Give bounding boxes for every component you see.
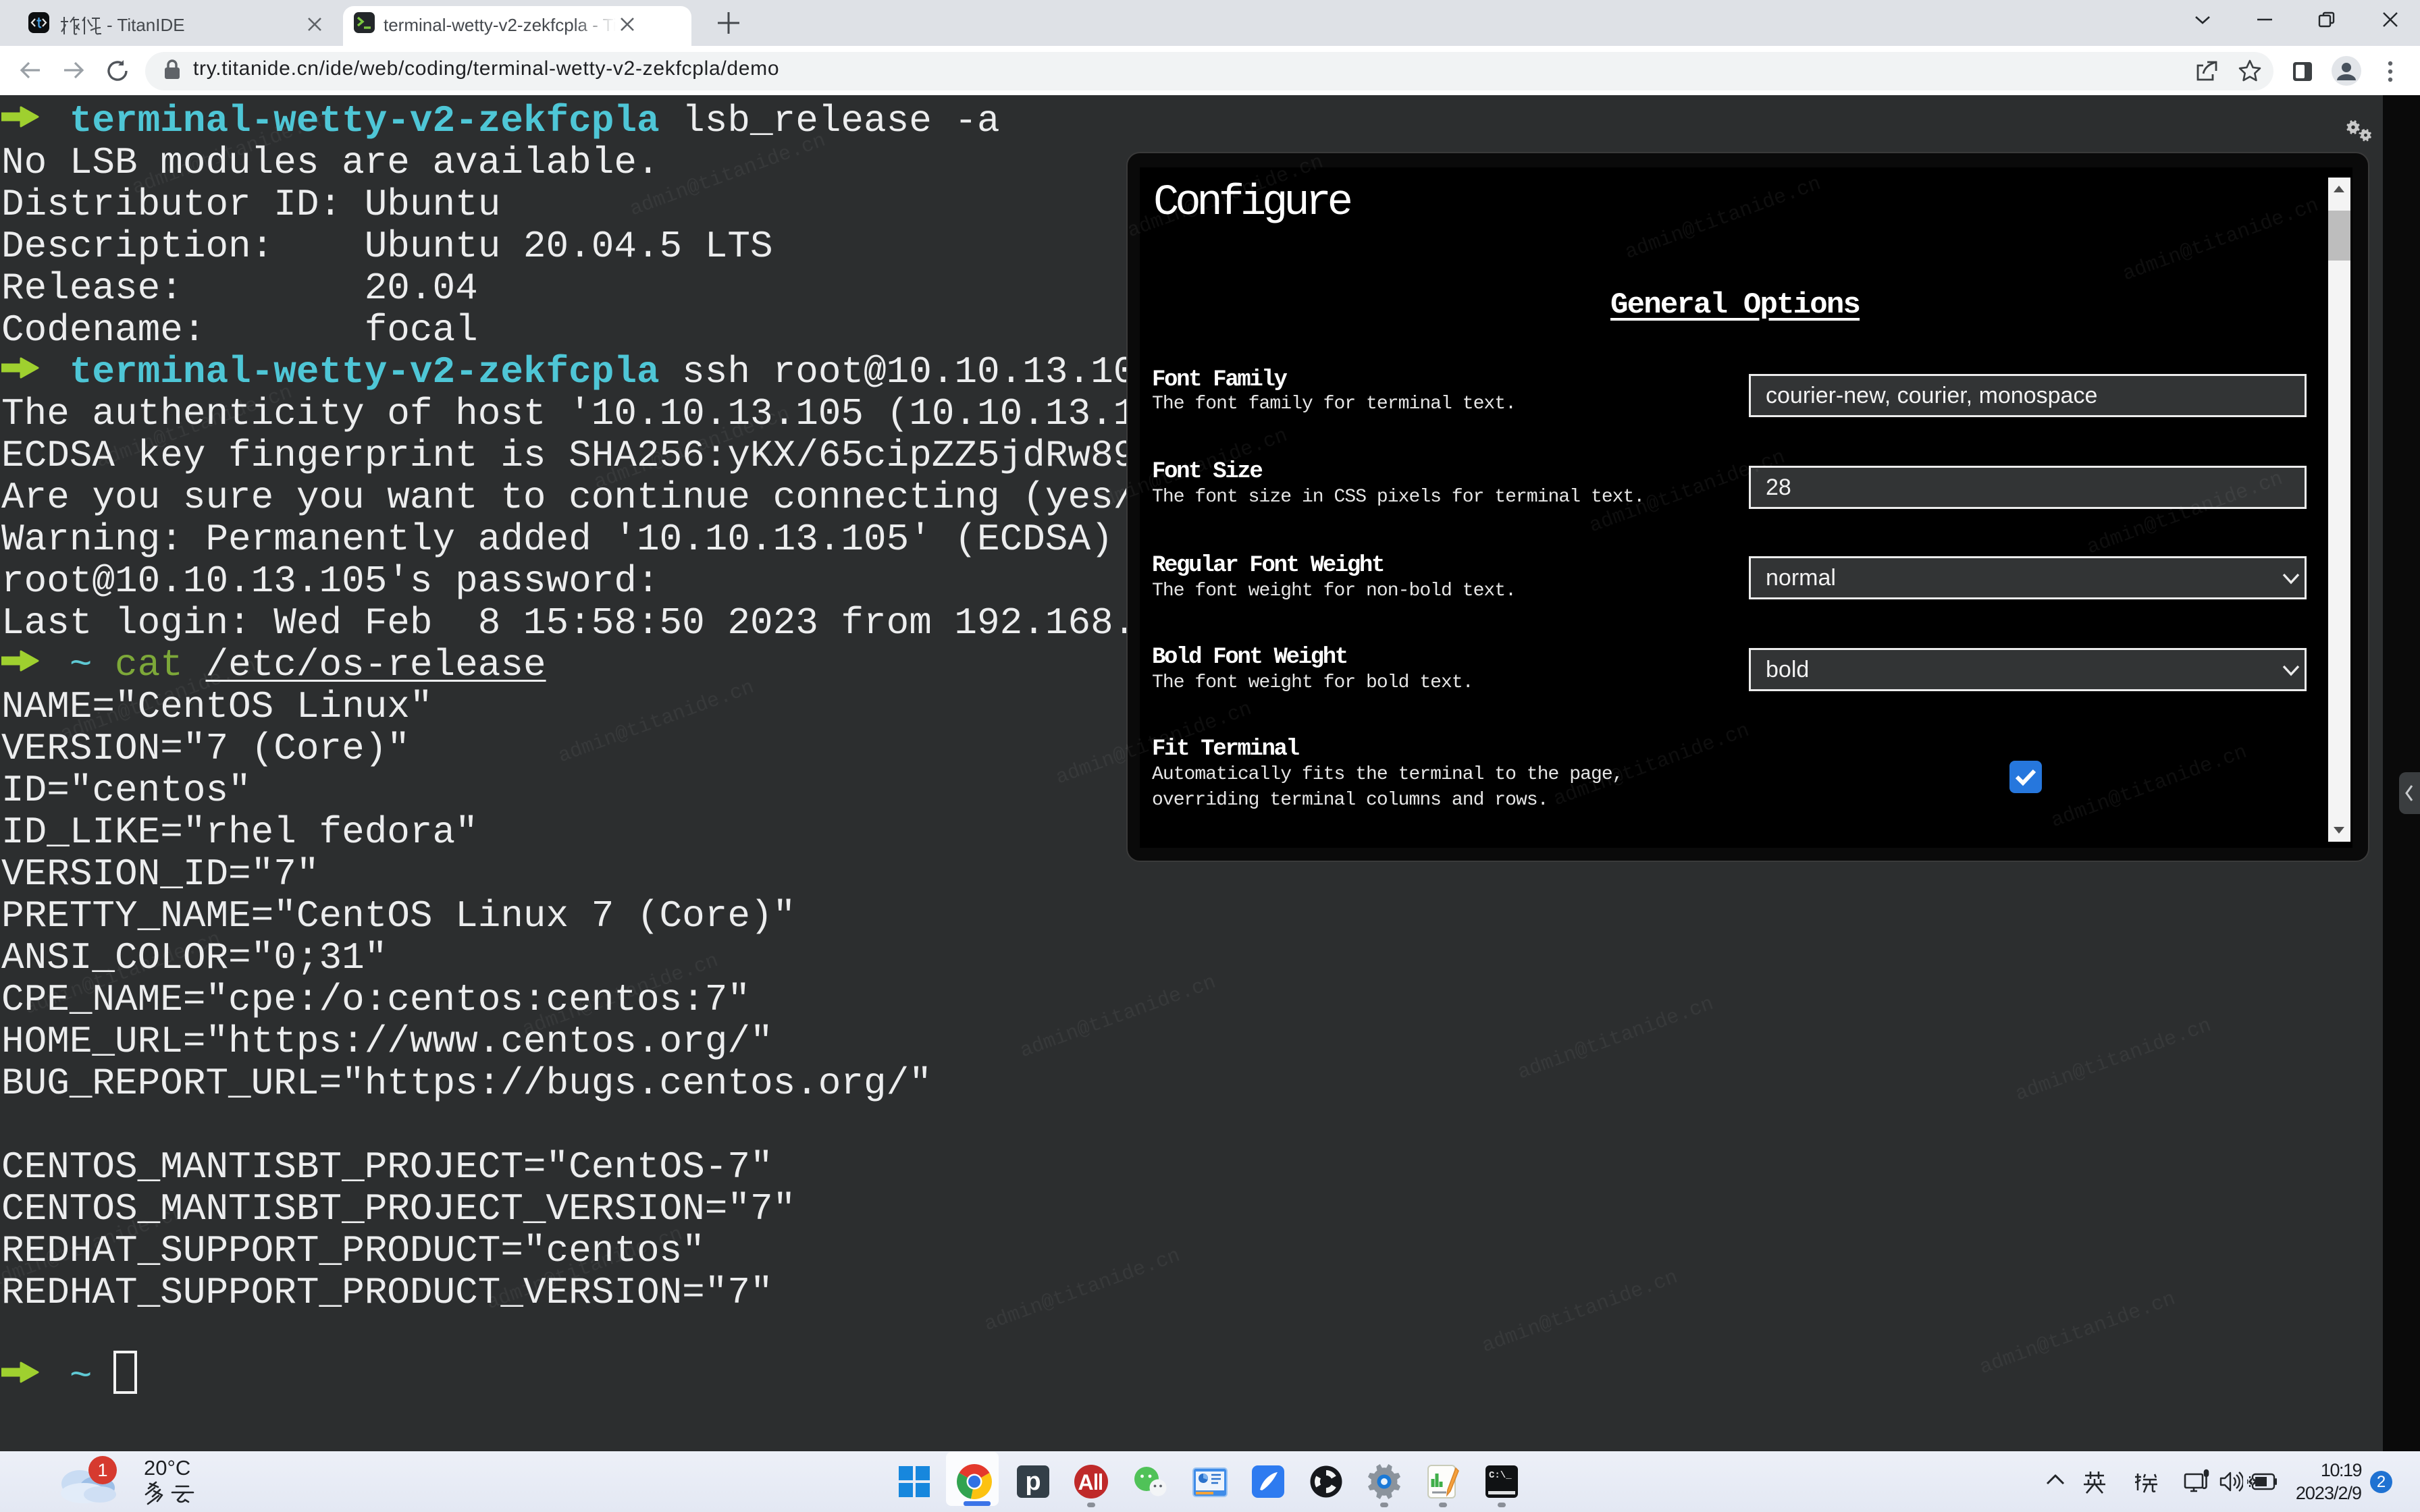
svg-text:A: A [1078,1470,1093,1494]
svg-text:p: p [1025,1467,1041,1496]
svg-text:C:\_: C:\_ [1489,1470,1512,1481]
